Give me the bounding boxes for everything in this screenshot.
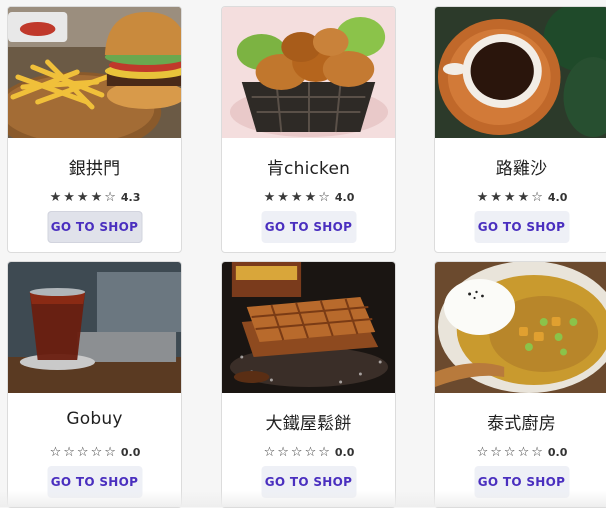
store-name: 大鐵屋鬆餅 [265, 414, 352, 434]
star-icon: ★ [490, 190, 502, 205]
star-outline-icon: ☆ [318, 445, 330, 460]
star-outline-icon: ☆ [318, 190, 330, 205]
star-outline-icon: ☆ [90, 445, 103, 460]
star-outline-icon: ☆ [104, 445, 116, 460]
store-rating: ★ ★ ★ ★ ☆ 4.3 [8, 190, 181, 205]
star-icon: ★ [304, 190, 317, 205]
store-rating: ★ ★ ★ ★ ☆ 4.0 [435, 190, 606, 205]
star-icon: ★ [49, 190, 62, 205]
star-icon: ★ [476, 190, 489, 205]
rating-value: 0.0 [334, 446, 355, 459]
store-photo-tea[interactable] [8, 262, 181, 393]
store-card: 大鐵屋鬆餅 ☆ ☆ ☆ ☆ ☆ 0.0 GO TO SHOP [221, 261, 396, 508]
rating-value: 0.0 [547, 446, 568, 459]
store-name: 路雞沙 [495, 159, 548, 179]
store-card: 肯chicken ★ ★ ★ ★ ☆ 4.0 GO TO SHOP [221, 6, 396, 253]
star-outline-icon: ☆ [104, 190, 116, 205]
star-icon: ★ [517, 190, 530, 205]
store-photo-coffee[interactable] [435, 7, 606, 138]
go-to-shop-button[interactable]: GO TO SHOP [261, 211, 356, 243]
star-icon: ★ [63, 190, 75, 205]
store-name: 肯chicken [266, 159, 351, 179]
store-rating: ★ ★ ★ ★ ☆ 4.0 [222, 190, 395, 205]
rating-value: 4.0 [334, 191, 355, 204]
rating-value: 4.0 [547, 191, 568, 204]
go-to-shop-button[interactable]: GO TO SHOP [47, 211, 142, 243]
store-photo-waffle[interactable] [222, 262, 395, 393]
rating-value: 0.0 [120, 446, 141, 459]
star-outline-icon: ☆ [63, 445, 75, 460]
store-name: Gobuy [66, 409, 123, 429]
star-icon: ★ [290, 190, 303, 205]
store-photo-chicken[interactable] [222, 7, 395, 138]
store-card: 泰式廚房 ☆ ☆ ☆ ☆ ☆ 0.0 GO TO SHOP [434, 261, 606, 508]
star-outline-icon: ☆ [277, 445, 289, 460]
star-outline-icon: ☆ [304, 445, 317, 460]
star-icon: ★ [277, 190, 289, 205]
star-outline-icon: ☆ [531, 190, 543, 205]
store-card: 銀拱門 ★ ★ ★ ★ ☆ 4.3 GO TO SHOP [7, 6, 182, 253]
store-card: 路雞沙 ★ ★ ★ ★ ☆ 4.0 GO TO SHOP [434, 6, 606, 253]
star-outline-icon: ☆ [49, 445, 62, 460]
star-outline-icon: ☆ [290, 445, 303, 460]
star-outline-icon: ☆ [531, 445, 543, 460]
star-outline-icon: ☆ [263, 445, 276, 460]
star-icon: ★ [263, 190, 276, 205]
store-rating: ☆ ☆ ☆ ☆ ☆ 0.0 [8, 445, 181, 460]
store-name: 泰式廚房 [487, 414, 556, 434]
store-card: Gobuy ☆ ☆ ☆ ☆ ☆ 0.0 GO TO SHOP [7, 261, 182, 508]
star-icon: ★ [90, 190, 103, 205]
star-outline-icon: ☆ [490, 445, 502, 460]
store-rating: ☆ ☆ ☆ ☆ ☆ 0.0 [435, 445, 606, 460]
store-rating: ☆ ☆ ☆ ☆ ☆ 0.0 [222, 445, 395, 460]
star-icon: ★ [76, 190, 89, 205]
store-photo-curry[interactable] [435, 262, 606, 393]
store-name: 銀拱門 [68, 159, 121, 179]
star-outline-icon: ☆ [76, 445, 89, 460]
star-outline-icon: ☆ [476, 445, 489, 460]
star-outline-icon: ☆ [517, 445, 530, 460]
star-icon: ★ [503, 190, 516, 205]
go-to-shop-button[interactable]: GO TO SHOP [474, 211, 569, 243]
star-outline-icon: ☆ [503, 445, 516, 460]
store-photo-burger[interactable] [8, 7, 181, 138]
rating-value: 4.3 [120, 191, 141, 204]
bottom-fade [0, 491, 606, 507]
